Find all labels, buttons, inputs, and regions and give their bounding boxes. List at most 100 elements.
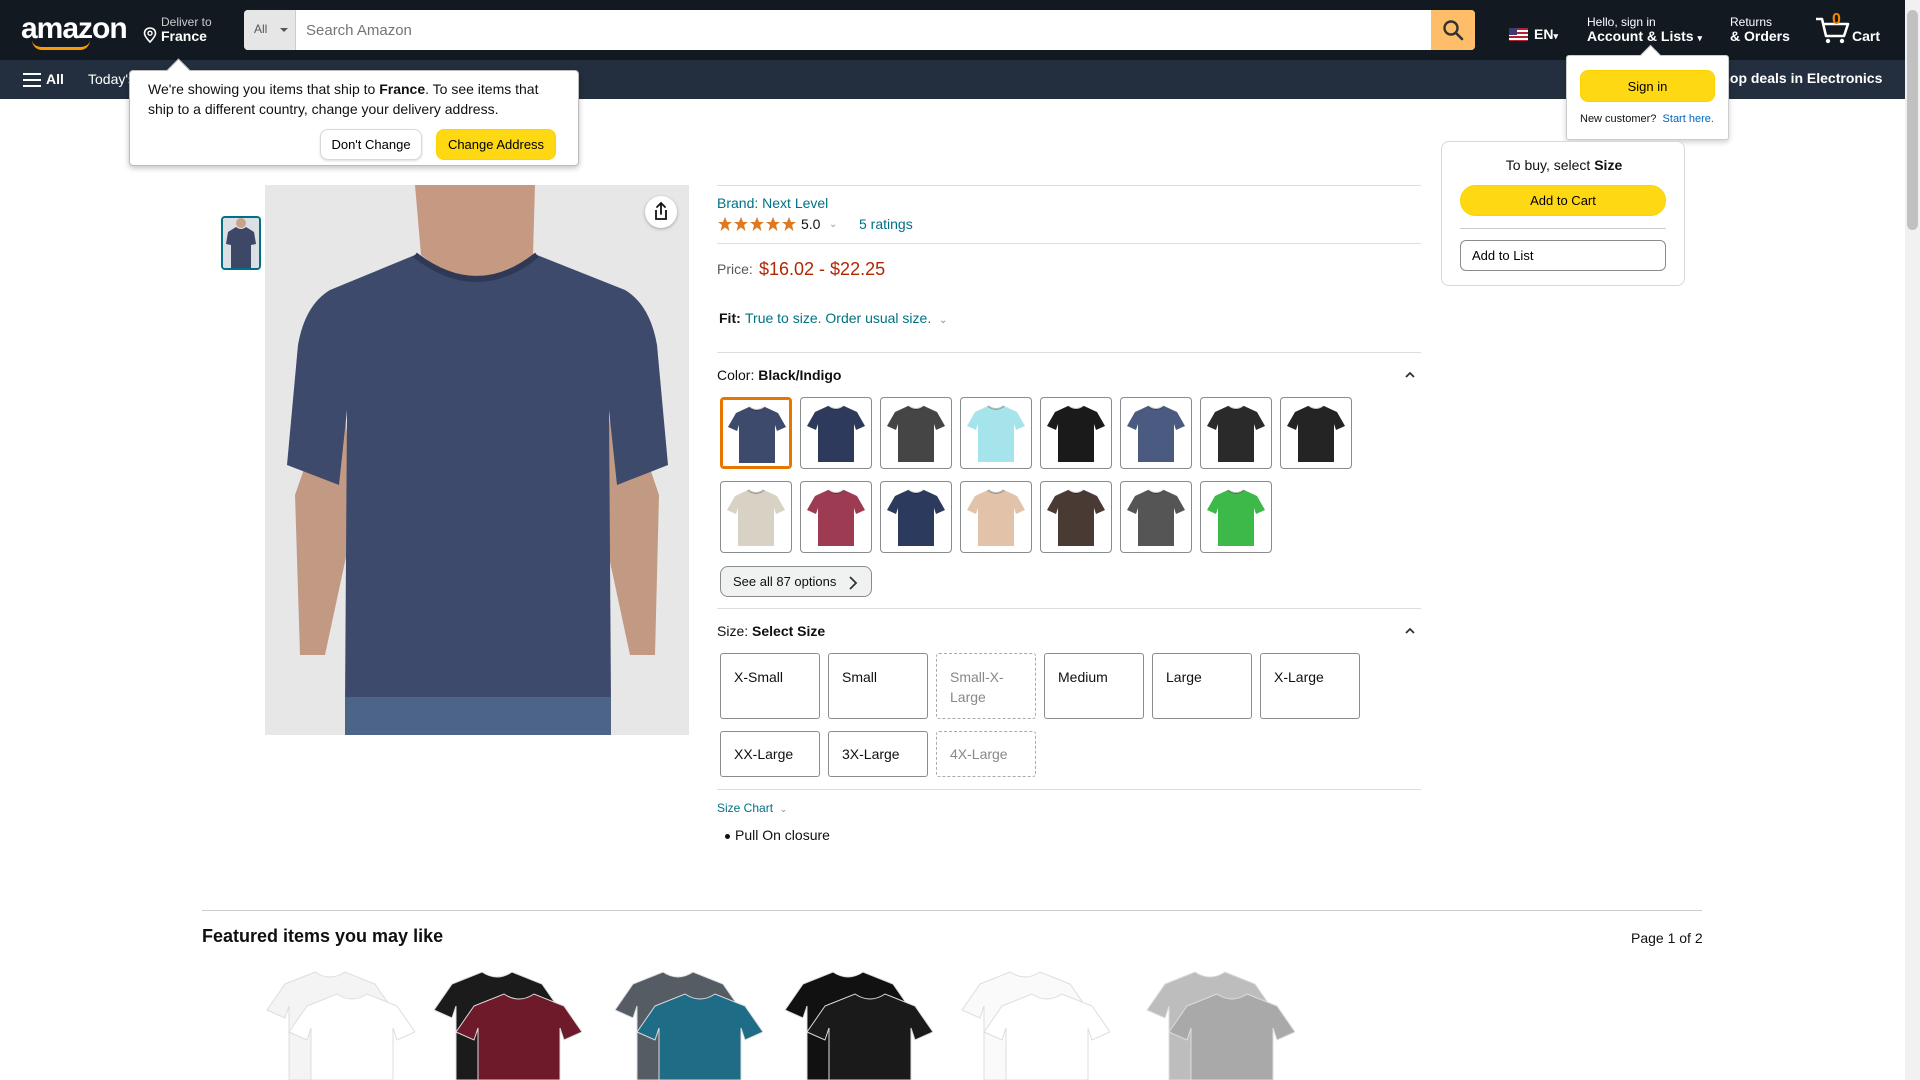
size-option[interactable]: Small-X-Large (936, 653, 1036, 719)
color-swatch[interactable] (880, 481, 952, 553)
color-swatch[interactable] (1040, 397, 1112, 469)
featured-item[interactable] (960, 966, 1110, 1080)
size-selected: Select Size (752, 623, 826, 639)
location-pin-icon (143, 27, 157, 43)
featured-item[interactable] (265, 966, 415, 1080)
size-chart-label: Size Chart (717, 801, 774, 815)
color-swatch[interactable] (1120, 481, 1192, 553)
color-swatch[interactable] (800, 397, 872, 469)
featured-page-indicator: Page 1 of 2 (1631, 930, 1703, 946)
cart-label[interactable]: Cart (1852, 28, 1880, 44)
tshirt-icon (1047, 405, 1105, 462)
size-option[interactable]: XX-Large (720, 731, 820, 777)
featured-item[interactable] (1145, 966, 1295, 1080)
deliver-country[interactable]: France (161, 28, 207, 44)
size-option-label: XX-Large (734, 746, 794, 762)
color-swatch[interactable] (1200, 397, 1272, 469)
returns-label[interactable]: Returns (1730, 15, 1772, 29)
size-option-label: Medium (1058, 669, 1108, 685)
size-option[interactable]: X-Small (720, 653, 820, 719)
tshirt-product-image (266, 971, 415, 1080)
us-flag-icon[interactable] (1509, 28, 1528, 41)
add-to-list-button[interactable]: Add to List (1460, 240, 1666, 271)
sign-in-button[interactable]: Sign in (1580, 70, 1715, 102)
color-swatch[interactable] (960, 481, 1032, 553)
color-swatch[interactable] (1120, 397, 1192, 469)
tshirt-icon (967, 489, 1025, 546)
color-label: Color: (717, 367, 755, 383)
rating-value[interactable]: 5.0 (801, 216, 820, 232)
thumbnail-image[interactable] (221, 216, 261, 270)
hamburger-menu-icon[interactable] (23, 73, 41, 87)
size-option[interactable]: Large (1152, 653, 1252, 719)
size-option[interactable]: X-Large (1260, 653, 1360, 719)
color-swatch[interactable] (800, 481, 872, 553)
signin-popover: Sign in New customer? Start here. (1566, 55, 1729, 140)
all-menu-label[interactable]: All (46, 71, 64, 87)
color-swatch[interactable] (880, 397, 952, 469)
size-option-label: Small-X-Large (950, 669, 1004, 705)
add-to-cart-button[interactable]: Add to Cart (1460, 185, 1666, 216)
tshirt-icon (807, 405, 865, 462)
color-swatch[interactable] (1040, 481, 1112, 553)
electronics-deals-link[interactable]: Shop deals in Electronics (1712, 70, 1882, 86)
featured-item[interactable] (613, 966, 763, 1080)
start-here-link[interactable]: Start here. (1663, 113, 1714, 125)
search-category-label: All (254, 22, 268, 36)
divider (717, 243, 1421, 244)
ratings-count-link[interactable]: 5 ratings (859, 216, 913, 232)
address-text-before: We're showing you items that ship to (148, 81, 380, 97)
search-category-dropdown[interactable]: All (244, 10, 296, 50)
buy-box-title: To buy, select Size (1442, 157, 1686, 173)
chevron-up-icon[interactable] (1405, 626, 1415, 636)
color-selected: Black/Indigo (758, 367, 842, 383)
color-swatch[interactable] (1200, 481, 1272, 553)
address-popover: We're showing you items that ship to Fra… (129, 70, 579, 166)
size-option-label: 3X-Large (842, 746, 900, 762)
scrollbar-thumb[interactable] (1907, 10, 1918, 230)
featured-item[interactable] (783, 966, 933, 1080)
fit-value-link[interactable]: True to size. Order usual size. ⌄ (745, 310, 947, 326)
price-label: Price: (717, 261, 753, 277)
size-option[interactable]: Small (828, 653, 928, 719)
search-icon (1443, 20, 1464, 41)
dont-change-button[interactable]: Don't Change (320, 129, 422, 160)
tshirt-thumbnail-icon (223, 218, 259, 268)
change-address-button[interactable]: Change Address (436, 129, 556, 160)
chevron-down-icon[interactable]: ⌄ (829, 219, 837, 230)
account-lists-menu[interactable]: Account & Lists ▾ (1587, 28, 1702, 44)
color-swatch[interactable] (720, 481, 792, 553)
tshirt-product-image (784, 971, 933, 1080)
size-option[interactable]: Medium (1044, 653, 1144, 719)
star-rating-icon[interactable] (717, 216, 797, 232)
tshirt-icon (887, 405, 945, 462)
search-input[interactable] (296, 10, 1431, 50)
share-button[interactable] (645, 196, 677, 228)
divider (717, 352, 1421, 353)
language-selector[interactable]: EN▾ (1534, 26, 1558, 42)
fit-value: True to size. Order usual size. (745, 310, 932, 326)
featured-item[interactable] (432, 966, 582, 1080)
color-swatch[interactable] (720, 397, 792, 469)
orders-label[interactable]: & Orders (1730, 28, 1790, 44)
see-all-options-button[interactable]: See all 87 options (720, 566, 872, 597)
main-product-image[interactable] (265, 185, 689, 735)
buy-title-prefix: To buy, select (1505, 157, 1595, 173)
size-option-label: 4X-Large (950, 746, 1008, 762)
cart-count[interactable]: 0 (1832, 11, 1841, 29)
buy-box: To buy, select Size Add to Cart Add to L… (1441, 141, 1685, 286)
tshirt-icon (727, 489, 785, 546)
search-bar: All (244, 10, 1475, 50)
tshirt-icon (1127, 489, 1185, 546)
chevron-up-icon[interactable] (1405, 370, 1415, 380)
brand-link[interactable]: Brand: Next Level (717, 195, 828, 211)
tshirt-icon (1287, 405, 1345, 462)
account-greeting[interactable]: Hello, sign in (1587, 15, 1656, 29)
size-option[interactable]: 3X-Large (828, 731, 928, 777)
color-swatch[interactable] (960, 397, 1032, 469)
deliver-to-label[interactable]: Deliver to (161, 15, 212, 29)
size-option[interactable]: 4X-Large (936, 731, 1036, 777)
size-chart-link[interactable]: Size Chart ⌄ (717, 801, 787, 815)
color-swatch[interactable] (1280, 397, 1352, 469)
search-button[interactable] (1431, 10, 1475, 50)
